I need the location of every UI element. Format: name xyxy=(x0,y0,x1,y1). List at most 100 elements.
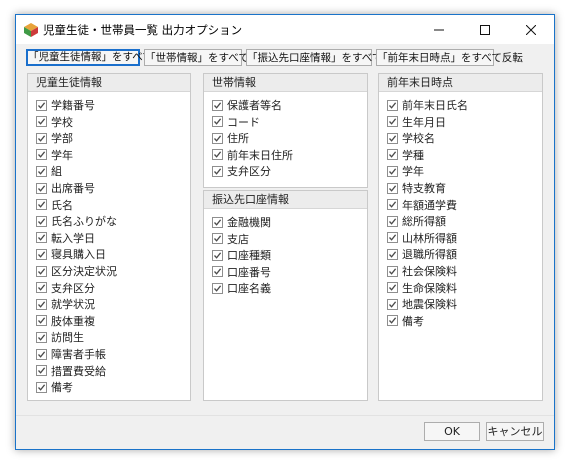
checkbox-checked-icon[interactable] xyxy=(212,233,223,245)
checkbox-checked-icon[interactable] xyxy=(36,232,47,244)
checkbox-checked-icon[interactable] xyxy=(387,315,398,327)
checkbox-checked-icon[interactable] xyxy=(212,132,223,144)
checkbox-checked-icon[interactable] xyxy=(36,132,47,144)
checkbox-checked-icon[interactable] xyxy=(387,232,398,244)
checkbox-checked-icon[interactable] xyxy=(36,149,47,161)
checkbox-checked-icon[interactable] xyxy=(36,215,47,227)
checkbox-checked-icon[interactable] xyxy=(36,298,47,310)
checkbox-checked-icon[interactable] xyxy=(387,215,398,227)
checkbox-item-student[interactable]: 訪問生 xyxy=(36,329,84,345)
checkbox-checked-icon[interactable] xyxy=(36,348,47,360)
checkbox-checked-icon[interactable] xyxy=(212,266,223,278)
checkbox-item-student[interactable]: 組 xyxy=(36,163,62,179)
ok-button[interactable]: OK xyxy=(424,422,480,441)
checkbox-item-prev_year[interactable]: 生命保険料 xyxy=(387,280,457,296)
checkbox-item-prev_year[interactable]: 社会保険料 xyxy=(387,263,457,279)
checkbox-item-prev_year[interactable]: 備考 xyxy=(387,313,424,329)
checkbox-checked-icon[interactable] xyxy=(36,99,47,111)
checkbox-checked-icon[interactable] xyxy=(212,116,223,128)
checkbox-checked-icon[interactable] xyxy=(387,116,398,128)
toggle-account-button[interactable]: 「振込先口座情報」をすべて反転 xyxy=(246,49,403,66)
checkbox-item-household[interactable]: 支弁区分 xyxy=(212,163,271,179)
checkbox-item-household[interactable]: 保護者等名 xyxy=(212,97,282,113)
checkbox-item-household[interactable]: コード xyxy=(212,114,260,130)
checkbox-item-student[interactable]: 転入学日 xyxy=(36,230,95,246)
toggle-prev-year-button[interactable]: 「前年末日時点」をすべて反転 xyxy=(376,49,523,66)
checkbox-checked-icon[interactable] xyxy=(36,265,47,277)
checkbox-item-student[interactable]: 支弁区分 xyxy=(36,280,95,296)
checkbox-item-prev_year[interactable]: 学年 xyxy=(387,163,424,179)
checkbox-checked-icon[interactable] xyxy=(387,182,398,194)
checkbox-label: 口座名義 xyxy=(227,282,271,296)
checkbox-item-student[interactable]: 氏名 xyxy=(36,197,73,213)
checkbox-item-account[interactable]: 口座種類 xyxy=(212,247,271,263)
checkbox-item-student[interactable]: 肢体重複 xyxy=(36,313,95,329)
checkbox-item-prev_year[interactable]: 学校名 xyxy=(387,130,435,146)
checkbox-checked-icon[interactable] xyxy=(387,149,398,161)
toggle-student-button[interactable]: 「児童生徒情報」をすべて反転 xyxy=(26,49,174,66)
checkbox-checked-icon[interactable] xyxy=(36,331,47,343)
checkbox-checked-icon[interactable] xyxy=(212,165,223,177)
checkbox-checked-icon[interactable] xyxy=(36,365,47,377)
checkbox-checked-icon[interactable] xyxy=(387,165,398,177)
checkbox-item-prev_year[interactable]: 特支教育 xyxy=(387,180,446,196)
checkbox-item-student[interactable]: 学年 xyxy=(36,147,73,163)
close-icon xyxy=(526,24,536,35)
checkbox-item-account[interactable]: 口座番号 xyxy=(212,264,271,280)
checkbox-item-prev_year[interactable]: 退職所得額 xyxy=(387,246,457,262)
checkbox-label: 前年末日氏名 xyxy=(402,99,468,112)
checkbox-checked-icon[interactable] xyxy=(387,282,398,294)
checkbox-item-household[interactable]: 前年末日住所 xyxy=(212,147,293,163)
checkbox-checked-icon[interactable] xyxy=(212,99,223,111)
checkbox-item-prev_year[interactable]: 総所得額 xyxy=(387,213,446,229)
checkbox-item-account[interactable]: 支店 xyxy=(212,231,249,247)
checkbox-item-prev_year[interactable]: 学種 xyxy=(387,147,424,163)
checkbox-checked-icon[interactable] xyxy=(36,315,47,327)
checkbox-item-student[interactable]: 出席番号 xyxy=(36,180,95,196)
checkbox-item-household[interactable]: 住所 xyxy=(212,130,249,146)
minimize-button[interactable] xyxy=(416,15,462,44)
checkbox-checked-icon[interactable] xyxy=(36,165,47,177)
checkbox-checked-icon[interactable] xyxy=(387,199,398,211)
checkbox-checked-icon[interactable] xyxy=(212,149,223,161)
checkbox-item-student[interactable]: 学籍番号 xyxy=(36,97,95,113)
checkbox-label: 社会保険料 xyxy=(402,265,457,278)
checkbox-label: 生命保険料 xyxy=(402,281,457,295)
checkbox-item-student[interactable]: 就学状況 xyxy=(36,296,95,312)
checkbox-checked-icon[interactable] xyxy=(387,99,398,111)
checkbox-item-student[interactable]: 学部 xyxy=(36,130,73,146)
checkbox-item-account[interactable]: 金融機関 xyxy=(212,214,271,230)
checkbox-checked-icon[interactable] xyxy=(212,282,223,294)
checkbox-item-student[interactable]: 学校 xyxy=(36,114,73,130)
checkbox-item-student[interactable]: 氏名ふりがな xyxy=(36,213,117,229)
checkbox-checked-icon[interactable] xyxy=(36,199,47,211)
checkbox-checked-icon[interactable] xyxy=(212,216,223,228)
checkbox-checked-icon[interactable] xyxy=(36,282,47,294)
title-bar[interactable]: 児童生徒・世帯員一覧 出力オプション xyxy=(16,15,554,44)
checkbox-item-student[interactable]: 寝具購入日 xyxy=(36,246,106,262)
checkbox-item-student[interactable]: 区分決定状況 xyxy=(36,263,117,279)
checkbox-checked-icon[interactable] xyxy=(212,249,223,261)
checkbox-checked-icon[interactable] xyxy=(387,132,398,144)
checkbox-checked-icon[interactable] xyxy=(387,265,398,277)
checkbox-checked-icon[interactable] xyxy=(36,116,47,128)
checkbox-item-prev_year[interactable]: 年額通学費 xyxy=(387,197,457,213)
checkbox-item-student[interactable]: 備考 xyxy=(36,379,73,395)
checkbox-checked-icon[interactable] xyxy=(387,298,398,310)
checkbox-checked-icon[interactable] xyxy=(36,248,47,260)
checkbox-checked-icon[interactable] xyxy=(387,248,398,260)
checkbox-item-prev_year[interactable]: 山林所得額 xyxy=(387,230,457,246)
toggle-household-button[interactable]: 「世帯情報」をすべて反転 xyxy=(144,49,270,66)
checkbox-item-prev_year[interactable]: 生年月日 xyxy=(387,114,446,130)
checkbox-item-prev_year[interactable]: 前年末日氏名 xyxy=(387,97,468,113)
cancel-button[interactable]: キャンセル xyxy=(486,422,544,441)
checkbox-item-student[interactable]: 措置費受給 xyxy=(36,363,106,379)
maximize-button[interactable] xyxy=(462,15,508,44)
checkbox-item-prev_year[interactable]: 地震保険料 xyxy=(387,296,457,312)
close-button[interactable] xyxy=(508,15,554,44)
checkbox-item-account[interactable]: 口座名義 xyxy=(212,280,271,296)
checkbox-item-student[interactable]: 障害者手帳 xyxy=(36,346,106,362)
checkbox-label: 学種 xyxy=(402,148,424,162)
checkbox-checked-icon[interactable] xyxy=(36,381,47,393)
checkbox-checked-icon[interactable] xyxy=(36,182,47,194)
